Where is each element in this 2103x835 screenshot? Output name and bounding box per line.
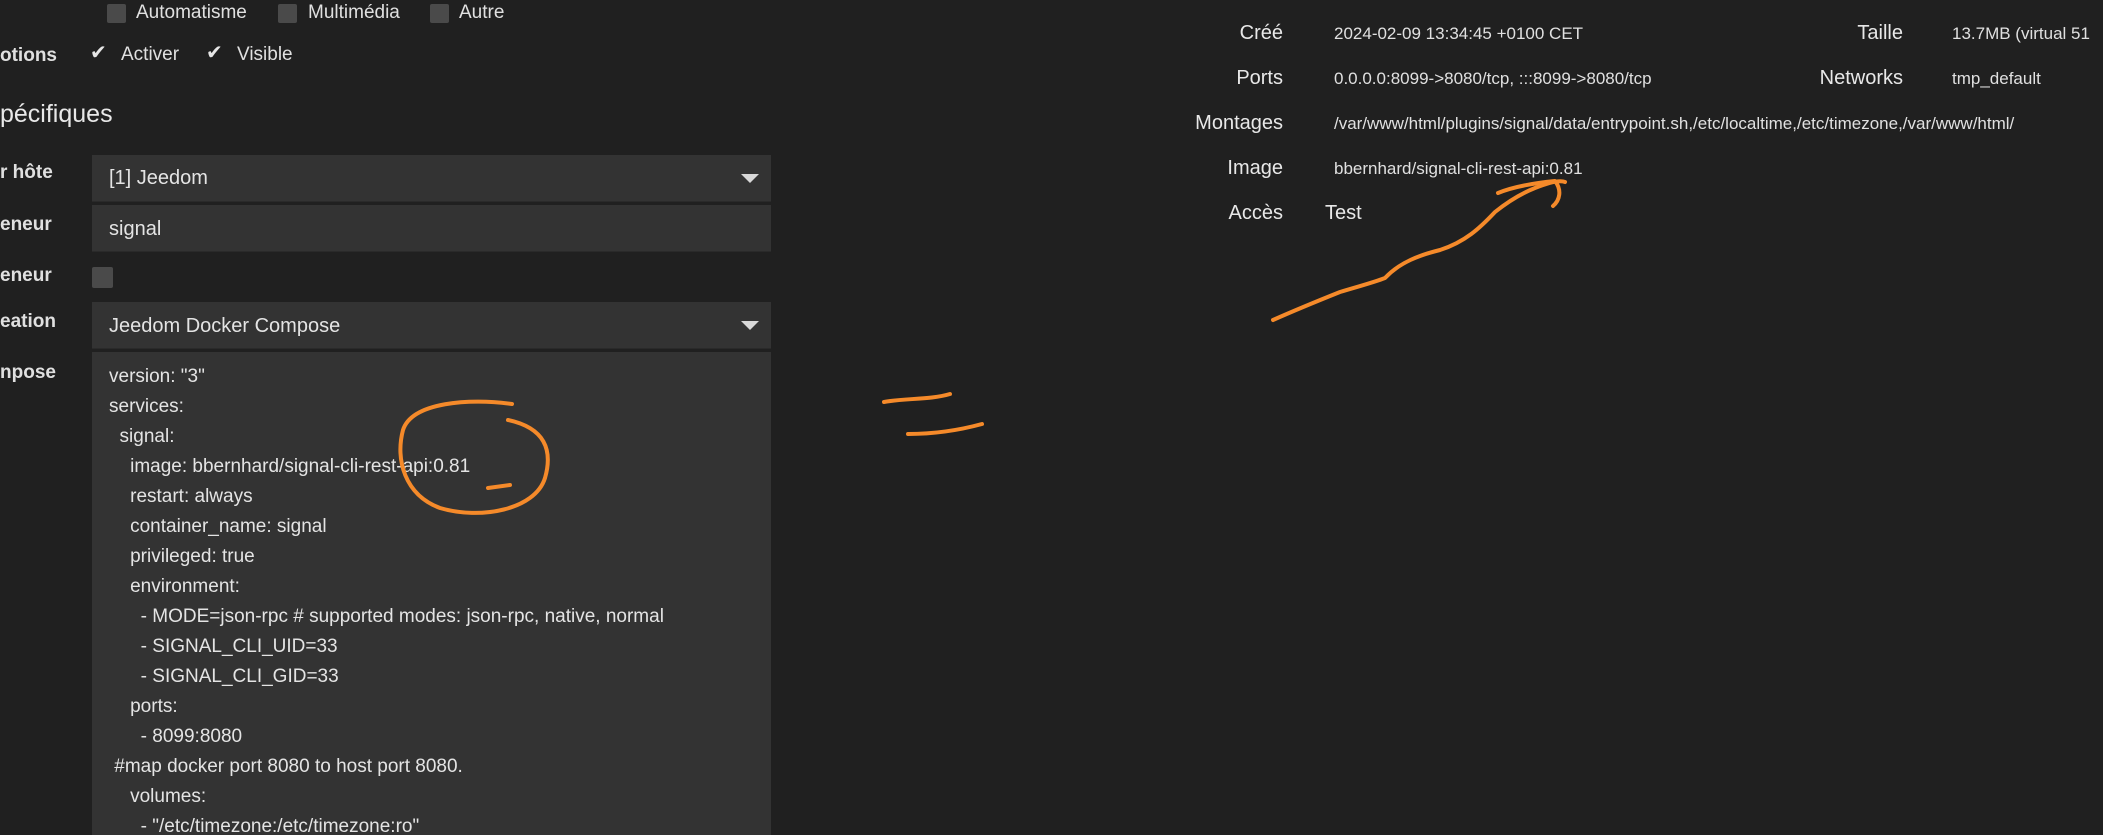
annotation-dash-bottom (906, 422, 984, 436)
annotation-overlay (398, 179, 1567, 515)
annotation-dash-top (882, 392, 952, 404)
annotation-underline (486, 483, 512, 490)
annotation-arrow (1271, 179, 1567, 322)
annotation-circle (398, 399, 550, 515)
